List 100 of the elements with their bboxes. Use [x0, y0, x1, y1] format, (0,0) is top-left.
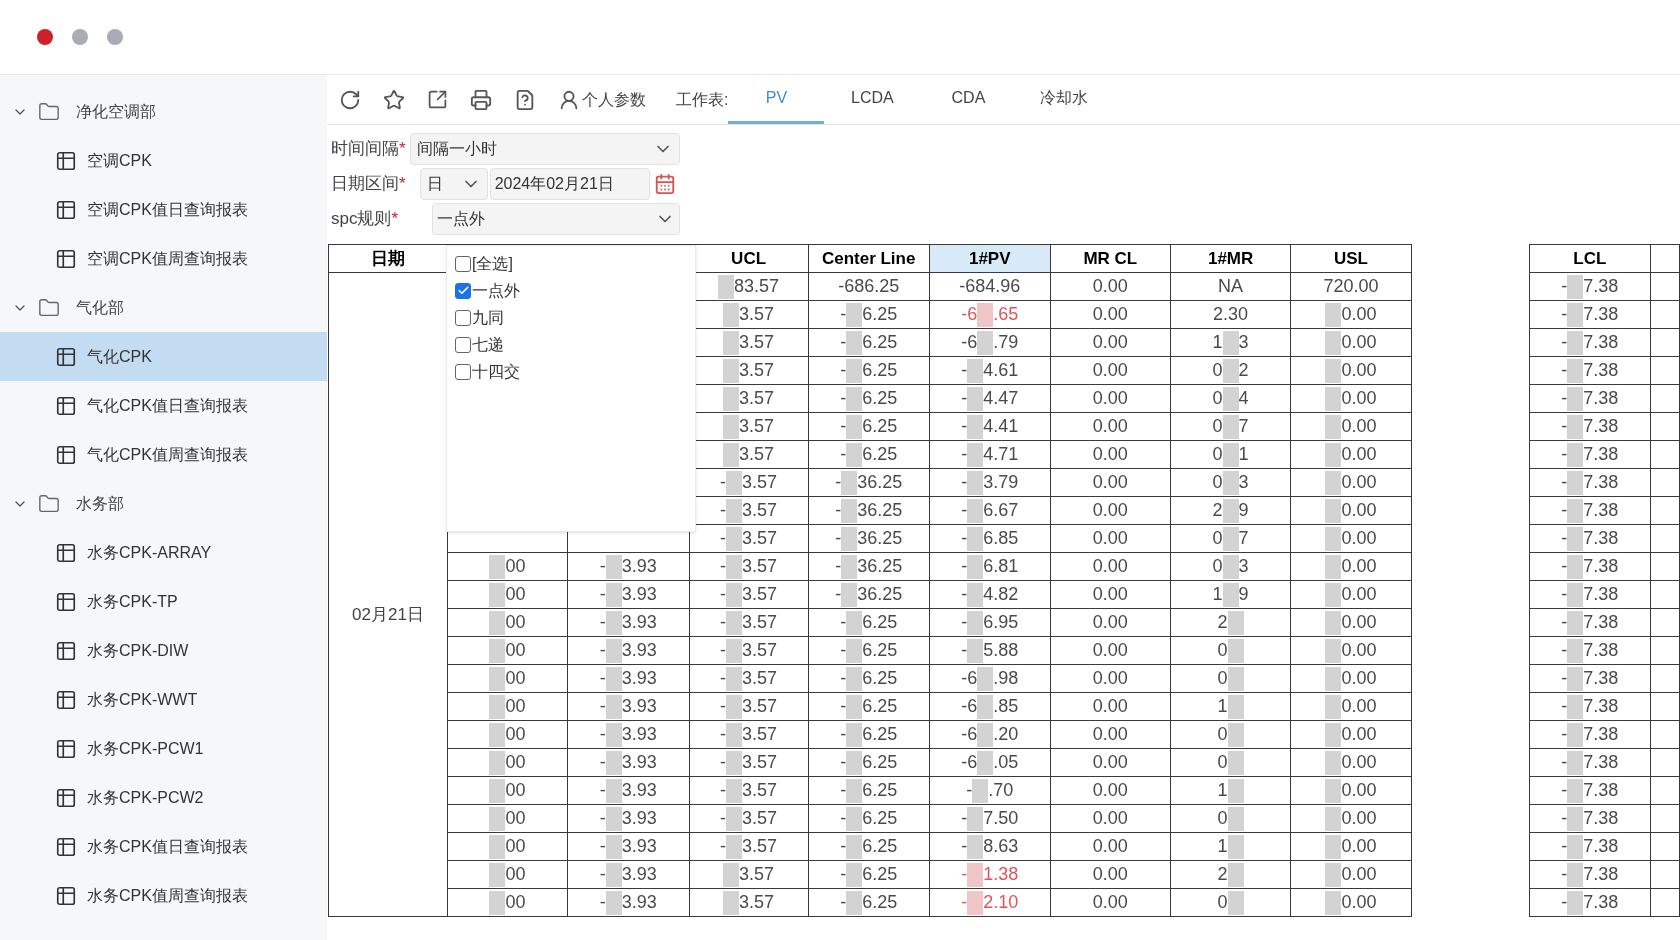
- redaction-mark: [1567, 302, 1584, 327]
- cell-text: -: [599, 695, 606, 718]
- tree-item[interactable]: 空调CPK: [0, 136, 327, 185]
- redaction-mark: [605, 750, 622, 775]
- redaction-mark: [605, 778, 622, 803]
- rule-option[interactable]: 十四交: [455, 358, 695, 385]
- tree-item[interactable]: 水务CPK-WWT: [0, 675, 327, 724]
- tree-item-label: 水务CPK-PCW2: [87, 787, 204, 808]
- cell-text: 0.00: [1341, 527, 1377, 550]
- cell-text: 0.00: [1341, 751, 1377, 774]
- tree-item[interactable]: 水务CPK-TP: [0, 577, 327, 626]
- cell-text: 7.38: [1583, 751, 1619, 774]
- help-icon[interactable]: [514, 88, 536, 111]
- cell-text: 0: [1217, 807, 1228, 830]
- tree-item[interactable]: 水务CPK值日查询报表: [0, 822, 327, 871]
- tree-folder[interactable]: 水务部: [76, 491, 124, 516]
- tree-item[interactable]: 气化CPK: [0, 332, 327, 381]
- spc-rule-select[interactable]: 一点外: [432, 202, 681, 235]
- redaction-mark: [846, 778, 863, 803]
- tree-item[interactable]: 水务CPK值周查询报表: [0, 871, 327, 920]
- tree-item[interactable]: 空调CPK值周查询报表: [0, 234, 327, 283]
- cell-text: -: [1561, 359, 1568, 382]
- window-control[interactable]: [37, 29, 53, 45]
- cell-text: -: [599, 667, 606, 690]
- tree-item[interactable]: 水务CPK-PCW1: [0, 724, 327, 773]
- rule-option[interactable]: 七递: [455, 331, 695, 358]
- tree-item[interactable]: 水务CPK-ARRAY: [0, 528, 327, 577]
- refresh-icon[interactable]: [339, 88, 361, 111]
- tree-item[interactable]: 水务CPK-PCW2: [0, 773, 327, 822]
- checkbox[interactable]: [455, 336, 471, 353]
- redaction-mark: [1222, 330, 1239, 355]
- cell-text: 7.38: [1583, 863, 1619, 886]
- cell-text: 0.00: [1341, 471, 1377, 494]
- tree-item[interactable]: 气化CPK值周查询报表: [0, 430, 327, 479]
- cell-text: -: [720, 695, 727, 718]
- column-header: 1#PV: [929, 244, 1051, 273]
- tree-folder[interactable]: 气化部: [76, 295, 124, 320]
- rule-option[interactable]: 一点外: [455, 277, 695, 304]
- sheet-tab[interactable]: 冷却水: [1016, 75, 1113, 124]
- cell-text: 3.93: [621, 555, 657, 578]
- cell-text: 4.71: [983, 443, 1019, 466]
- interval-select[interactable]: 间隔一小时: [409, 132, 680, 165]
- redaction-mark: [1325, 638, 1342, 663]
- sheet-tab[interactable]: LCDA: [824, 75, 921, 124]
- cell-text: 0.00: [1092, 863, 1128, 886]
- table-icon: [55, 149, 77, 172]
- checkbox[interactable]: [455, 282, 471, 299]
- cell-text: 3.57: [739, 359, 775, 382]
- tree-folder[interactable]: 净化空调部: [76, 99, 156, 124]
- checkbox[interactable]: [455, 363, 471, 380]
- cell-text: 00: [505, 695, 526, 718]
- tree-item-label: 水务CPK-ARRAY: [87, 542, 212, 563]
- calendar-icon[interactable]: [653, 172, 676, 195]
- cell-text: 0.00: [1092, 527, 1128, 550]
- redaction-mark: [1567, 722, 1584, 747]
- date-field[interactable]: 2024年02月21日: [489, 167, 650, 200]
- cell-text: 7.38: [1583, 275, 1619, 298]
- cell-text: -: [840, 667, 847, 690]
- cell-text: -: [720, 611, 727, 634]
- redaction-mark: [723, 862, 740, 887]
- redaction-mark: [1567, 554, 1584, 579]
- cell-text: -: [599, 807, 606, 830]
- personal-params-button[interactable]: 个人参数: [558, 87, 646, 112]
- cell-text: -: [599, 639, 606, 662]
- rule-option[interactable]: 九同: [455, 304, 695, 331]
- cell-text: -: [840, 303, 847, 326]
- redaction-mark: [605, 554, 622, 579]
- option-label: 十四交: [472, 361, 520, 382]
- cell-text: 83.57: [734, 275, 780, 298]
- sheet-tab[interactable]: CDA: [920, 75, 1017, 124]
- cell-text: 3.79: [983, 471, 1019, 494]
- redaction-mark: [723, 890, 740, 915]
- tree-item[interactable]: 气化CPK值日查询报表: [0, 381, 327, 430]
- unit-select[interactable]: 日: [419, 167, 488, 200]
- redaction-mark: [1567, 610, 1584, 635]
- redaction-mark: [1567, 414, 1584, 439]
- cell-text: -: [1561, 723, 1568, 746]
- cell-text: -: [720, 751, 727, 774]
- cell-text: -: [840, 807, 847, 830]
- redaction-mark: [967, 386, 984, 411]
- required-mark: *: [399, 137, 406, 160]
- redaction-mark: [846, 806, 863, 831]
- cell-text: 3.57: [742, 695, 778, 718]
- print-icon[interactable]: [470, 88, 492, 111]
- checkbox[interactable]: [455, 309, 471, 326]
- tree-item[interactable]: 水务CPK-DIW: [0, 626, 327, 675]
- sheet-tab[interactable]: PV: [728, 75, 825, 124]
- column-header: Center Line: [808, 244, 930, 273]
- star-icon[interactable]: [383, 88, 405, 111]
- cell-text: 7.38: [1583, 695, 1619, 718]
- cell-text: 5.88: [983, 639, 1019, 662]
- cell-text: -: [961, 863, 968, 886]
- cell-text: 0.00: [1092, 583, 1128, 606]
- cell-text: 6.95: [983, 611, 1019, 634]
- redaction-mark: [605, 862, 622, 887]
- share-icon[interactable]: [427, 89, 448, 110]
- checkbox[interactable]: [455, 255, 471, 272]
- redaction-mark: [605, 722, 622, 747]
- table-icon: [55, 688, 77, 711]
- tree-item[interactable]: 空调CPK值日查询报表: [0, 185, 327, 234]
